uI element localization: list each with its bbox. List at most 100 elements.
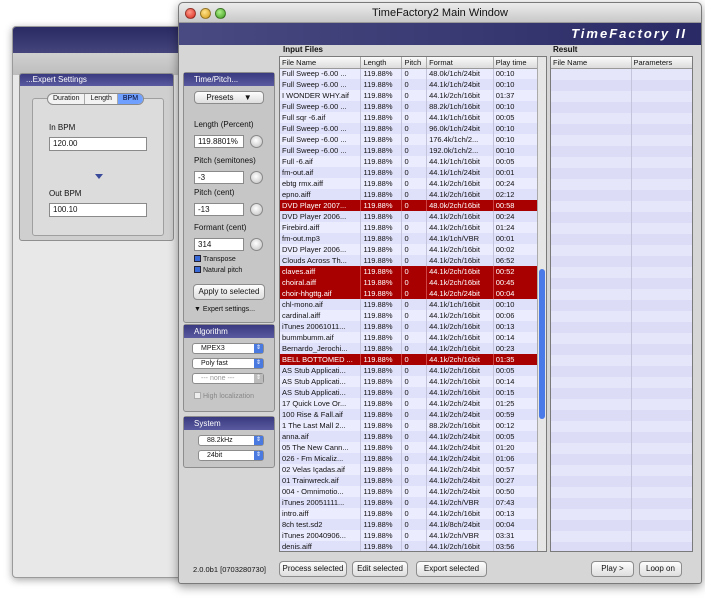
export-selected-button[interactable]: Export selected <box>416 561 487 577</box>
mode-select[interactable]: Poly fast ⇕ <box>192 358 264 369</box>
table-row[interactable]: ebtg rmx.aiff 119.88% 0 44.1k/2ch/16bit 00:2… <box>280 178 546 189</box>
table-row[interactable]: AS Stub Applicati... 119.88% 0 44.1k/2ch/16… <box>280 387 546 398</box>
table-row[interactable]: intro.aiff 119.88% 0 44.1k/2ch/16bit 00:13 <box>280 508 546 519</box>
play-button[interactable]: Play > <box>591 561 634 577</box>
natural-pitch-checkbox[interactable]: Natural pitch <box>194 266 242 274</box>
formant-knob[interactable] <box>250 238 263 251</box>
scroll-thumb[interactable] <box>539 269 545 419</box>
cell-file-name: iTunes 20051111... <box>280 497 362 508</box>
table-row[interactable]: I WONDER WHY.aif 119.88% 0 44.1k/2ch/16bit 0… <box>280 90 546 101</box>
col-pitch[interactable]: Pitch <box>401 57 428 69</box>
sample-rate-select[interactable]: 88.2kHz ⇕ <box>198 435 264 446</box>
table-row[interactable]: anna.aif 119.88% 0 44.1k/2ch/24bit 00:05 <box>280 431 546 442</box>
table-row[interactable]: Full Sweep -6.00 ... 119.88% 0 96.0k/1ch/24… <box>280 123 546 134</box>
segment-length[interactable]: Length <box>85 94 118 104</box>
edit-selected-button[interactable]: Edit selected <box>352 561 408 577</box>
table-row[interactable]: choiral.aiff 119.88% 0 44.1k/2ch/16bit 00:45 <box>280 277 546 288</box>
table-row[interactable]: Firebird.aiff 119.88% 0 44.1k/2ch/16bit 01:2… <box>280 222 546 233</box>
table-row[interactable]: 01 Trainwreck.aif 119.88% 0 44.1k/2ch/24bit… <box>280 475 546 486</box>
table-row[interactable]: cardinal.aiff 119.88% 0 44.1k/2ch/16bit 00:0… <box>280 310 546 321</box>
formant-field[interactable]: 314 <box>194 238 244 251</box>
table-row[interactable]: iTunes 20061011... 119.88% 0 44.1k/2ch/16bi… <box>280 321 546 332</box>
table-row[interactable]: 026 - Fm Micaliz... 119.88% 0 44.1k/2ch/24b… <box>280 453 546 464</box>
pitch-semitones-field[interactable]: -3 <box>194 171 244 184</box>
table-row[interactable]: Bernardo_Jerochi... 119.88% 0 44.1k/2ch/16b… <box>280 343 546 354</box>
cell-length: 119.88% <box>360 486 403 497</box>
result-empty-area[interactable] <box>551 69 692 551</box>
table-row[interactable]: BELL BOTTOMED ... 119.88% 0 44.1k/2ch/16bit… <box>280 354 546 365</box>
cell-pitch: 0 <box>401 200 428 211</box>
table-row[interactable]: iTunes 20040906... 119.88% 0 44.1k/2ch/VBR 0… <box>280 530 546 541</box>
presets-menu[interactable]: Presets ▼ <box>194 91 264 104</box>
col-file-name[interactable]: File Name <box>280 57 362 69</box>
engine-select[interactable]: MPEX3 ⇕ <box>192 343 264 354</box>
col-result-file-name[interactable]: File Name <box>551 57 632 69</box>
cell-pitch: 0 <box>401 310 428 321</box>
table-row[interactable]: fm-out.mp3 119.88% 0 44.1k/1ch/VBR 00:01 <box>280 233 546 244</box>
length-field[interactable]: 119.8801% <box>194 135 244 148</box>
table-row[interactable]: AS Stub Applicati... 119.88% 0 44.1k/2ch/16… <box>280 365 546 376</box>
mode-segmented-control[interactable]: Duration Length BPM <box>47 93 145 105</box>
table-row[interactable]: Full Sweep -6.00 ... 119.88% 0 192.0k/1ch/2… <box>280 145 546 156</box>
table-row[interactable]: 17 Quick Love Or... 119.88% 0 44.1k/2ch/24b… <box>280 398 546 409</box>
table-row[interactable]: DVD Player 2006... 119.88% 0 44.1k/2ch/16bi… <box>280 211 546 222</box>
table-row[interactable]: Clouds Across Th... 119.88% 0 44.1k/2ch/16b… <box>280 255 546 266</box>
table-row[interactable]: choir-hhgttg.aif 119.88% 0 44.1k/2ch/24bit 0… <box>280 288 546 299</box>
table-row[interactable]: 8ch test.sd2 119.88% 0 44.1k/8ch/24bit 00:04 <box>280 519 546 530</box>
table-row[interactable]: DVD Player 2006... 119.88% 0 44.1k/2ch/16bi… <box>280 244 546 255</box>
pitch-semitones-knob[interactable] <box>250 171 263 184</box>
input-scrollbar[interactable] <box>537 57 546 551</box>
cell-length: 119.88% <box>360 178 403 189</box>
cell-length: 119.88% <box>360 123 403 134</box>
zoom-icon[interactable] <box>215 8 226 19</box>
cell-length: 119.88% <box>360 244 403 255</box>
table-row[interactable]: Full Sweep -6.00 ... 119.88% 0 44.1k/1ch/24… <box>280 79 546 90</box>
table-row[interactable]: Full sqr -6.aif 119.88% 0 44.1k/1ch/16bit 00… <box>280 112 546 123</box>
transpose-label: Transpose <box>203 256 236 263</box>
table-row[interactable]: 004 - Omnimotio... 119.88% 0 44.1k/2ch/24bi… <box>280 486 546 497</box>
table-row[interactable]: DVD Player 2007... 119.88% 0 48.0k/2ch/16bi… <box>280 200 546 211</box>
in-bpm-field[interactable]: 120.00 <box>49 137 147 151</box>
table-row[interactable]: Full -6.aif 119.88% 0 44.1k/1ch/16bit 00:05 <box>280 156 546 167</box>
table-row[interactable]: claves.aiff 119.88% 0 44.1k/2ch/16bit 00:52 <box>280 266 546 277</box>
in-bpm-label: In BPM <box>49 123 76 132</box>
cell-pitch: 0 <box>401 68 428 79</box>
table-row[interactable]: Full Sweep -6.00 ... 119.88% 0 48.0k/1ch/24… <box>280 68 546 79</box>
table-row[interactable]: bummbumm.aif 119.88% 0 44.1k/2ch/16bit 00:14 <box>280 332 546 343</box>
table-row[interactable]: 100 Rise & Fall.aif 119.88% 0 44.1k/2ch/24b… <box>280 409 546 420</box>
process-selected-button[interactable]: Process selected <box>279 561 347 577</box>
close-icon[interactable] <box>185 8 196 19</box>
main-window: TimeFactory2 Main Window TimeFactory II … <box>178 2 702 584</box>
minimize-icon[interactable] <box>200 8 211 19</box>
table-row[interactable]: 1 The Last Mall 2... 119.88% 0 88.2k/2ch/16… <box>280 420 546 431</box>
table-row[interactable]: AS Stub Applicati... 119.88% 0 44.1k/2ch/16… <box>280 376 546 387</box>
pitch-cent-field[interactable]: -13 <box>194 203 244 216</box>
table-row[interactable]: 05 The New Cann... 119.88% 0 44.1k/2ch/24bi… <box>280 442 546 453</box>
table-row[interactable]: Full Sweep -6.00 ... 119.88% 0 176.4k/1ch/2… <box>280 134 546 145</box>
col-parameters[interactable]: Parameters <box>631 57 692 69</box>
table-row[interactable]: iTunes 20051111... 119.88% 0 44.1k/2ch/VBR 0… <box>280 497 546 508</box>
col-format[interactable]: Format <box>426 57 494 69</box>
pitch-semitones-label: Pitch (semitones) <box>194 156 256 165</box>
bit-depth-select[interactable]: 24bit ⇕ <box>198 450 264 461</box>
cell-format: 44.1k/2ch/16bit <box>426 321 494 332</box>
col-length[interactable]: Length <box>360 57 403 69</box>
apply-to-selected-button[interactable]: Apply to selected <box>193 284 265 300</box>
table-row[interactable]: epno.aiff 119.88% 0 44.1k/2ch/16bit 02:12 <box>280 189 546 200</box>
pitch-cent-knob[interactable] <box>250 203 263 216</box>
table-row[interactable]: chl-mono.aif 119.88% 0 44.1k/1ch/16bit 00:10 <box>280 299 546 310</box>
cell-pitch: 0 <box>401 178 428 189</box>
table-row[interactable]: 02 Velas Içadas.aif 119.88% 0 44.1k/2ch/24b… <box>280 464 546 475</box>
out-bpm-field[interactable]: 100.10 <box>49 203 147 217</box>
formant-label: Formant (cent) <box>194 223 247 232</box>
segment-bpm[interactable]: BPM <box>117 94 144 104</box>
segment-duration[interactable]: Duration <box>48 94 86 104</box>
transpose-checkbox[interactable]: Transpose <box>194 255 236 263</box>
table-row[interactable]: denis.aiff 119.88% 0 44.1k/2ch/16bit 03:56 <box>280 541 546 551</box>
expert-settings-disclosure[interactable]: ▼ Expert settings... <box>194 306 255 313</box>
loop-button[interactable]: Loop on <box>639 561 682 577</box>
length-knob[interactable] <box>250 135 263 148</box>
table-row[interactable]: fm-out.aif 119.88% 0 44.1k/1ch/24bit 00:01 <box>280 167 546 178</box>
cell-pitch: 0 <box>401 156 428 167</box>
table-row[interactable]: Full Sweep -6.00 ... 119.88% 0 88.2k/1ch/16… <box>280 101 546 112</box>
